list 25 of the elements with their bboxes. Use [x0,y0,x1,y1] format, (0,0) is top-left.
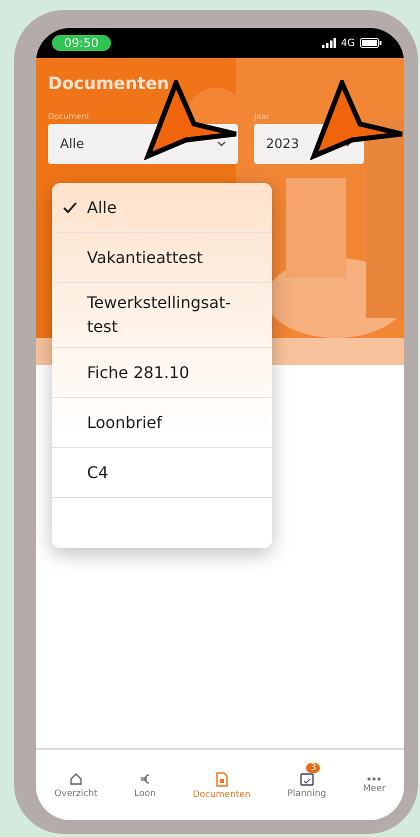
filter-label: Jaar [254,112,270,121]
calendar-icon [300,772,314,786]
dropdown-option[interactable]: Tewerkstellingsat-test [52,283,272,348]
dropdown-option[interactable]: C4 [52,448,272,498]
dropdown-option[interactable]: Loonbrief [52,398,272,448]
dropdown-option[interactable]: Vakantieattest [52,233,272,283]
filter-label: Document [48,112,90,121]
euro-icon [139,772,152,786]
more-icon [367,777,382,781]
signal-icon [322,38,336,48]
chevron-down-icon [217,141,226,147]
dropdown-option[interactable]: Alle [52,183,272,233]
dropdown-option[interactable]: Fiche 281.10 [52,348,272,398]
status-time: 09:50 [52,35,111,51]
checkmark-icon [63,202,77,214]
tab-item[interactable]: Overzicht [50,763,102,801]
network-label: 4G [340,38,355,48]
document-icon [216,772,228,786]
home-icon [68,772,83,786]
battery-icon [360,38,382,48]
tab-item[interactable]: Meer [359,768,390,796]
page-title: Documenten [48,74,170,94]
notification-badge: 3 [306,763,320,773]
tab-item[interactable]: Planning 3 [283,763,330,801]
tab-item[interactable]: Loon [130,763,160,801]
